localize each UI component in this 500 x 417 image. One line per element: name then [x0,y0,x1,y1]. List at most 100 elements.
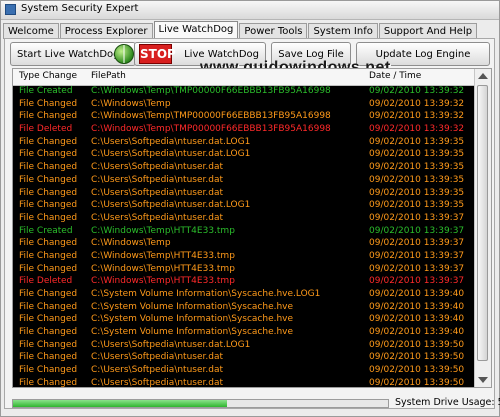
scroll-down-arrow-icon[interactable] [478,377,488,383]
path-cell: C:\Windows\Temp\HTT4E33.tmp [91,263,235,274]
tab-bar: Welcome Process Explorer Live WatchDog P… [3,21,478,39]
table-row[interactable]: File Changed C:\Users\Softpedia\ntuser.da… [13,187,475,200]
type-cell: File Changed [19,339,78,350]
path-cell: C:\Windows\Temp\TMP00000F66EBBB13FB95A16… [91,111,331,122]
date-cell: 09/02/2010 13:39:40 [369,301,465,312]
tab-process-explorer[interactable]: Process Explorer [59,23,153,39]
type-cell: File Changed [19,238,78,249]
path-cell: C:\Windows\Temp\TMP00000F66EBBB13FB95A16… [91,86,331,96]
table-row[interactable]: File Deleted C:\Windows\Temp\TMP00000F66E… [13,123,475,136]
date-cell: 09/02/2010 13:39:50 [369,339,465,350]
table-row[interactable]: File Changed C:\Windows\Temp 09/02/2010 13… [13,98,475,111]
table-row[interactable]: File Changed C:\Users\Softpedia\ntuser.da… [13,339,475,352]
path-cell: C:\Windows\Temp\TMP00000F66EBBB13FB95A16… [91,124,331,135]
date-cell: 09/02/2010 13:39:32 [369,86,465,96]
date-cell: 09/02/2010 13:39:40 [369,314,465,325]
date-cell: 09/02/2010 13:39:32 [369,98,465,109]
path-cell: C:\Windows\Temp\HTT4E33.tmp [91,225,235,236]
table-row[interactable]: File Changed C:\Users\Softpedia\ntuser.da… [13,351,475,364]
table-row[interactable]: File Changed C:\Windows\Temp\TMP00000F66E… [13,110,475,123]
table-row[interactable]: File Changed C:\Users\Softpedia\ntuser.da… [13,136,475,149]
path-cell: C:\System Volume Information\Syscache.hv… [91,289,321,299]
column-header-date[interactable]: Date / Time [369,71,421,81]
date-cell: 09/02/2010 13:39:32 [369,111,465,122]
table-row[interactable]: File Changed C:\Users\Softpedia\ntuser.da… [13,161,475,174]
table-row[interactable]: File Changed C:\Users\Softpedia\ntuser.da… [13,174,475,187]
path-cell: C:\Windows\Temp [91,238,171,249]
table-row[interactable]: File Changed C:\Users\Softpedia\ntuser.da… [13,377,475,388]
table-row[interactable]: File Changed C:\System Volume Information… [13,326,475,339]
date-cell: 09/02/2010 13:39:37 [369,250,465,261]
type-cell: File Changed [19,174,78,185]
type-cell: File Changed [19,327,78,338]
tab-welcome[interactable]: Welcome [3,23,59,39]
table-row[interactable]: File Changed C:\Windows\Temp\HTT4E33.tmp 0… [13,263,475,276]
type-cell: File Changed [19,149,78,160]
log-list-header: Type Change FilePath Date / Time [13,69,475,86]
type-cell: File Deleted [19,124,73,135]
log-list[interactable]: Type Change FilePath Date / Time File Cr… [12,68,492,388]
type-cell: File Changed [19,365,78,376]
date-cell: 09/02/2010 13:39:50 [369,365,465,376]
table-row[interactable]: File Changed C:\System Volume Information… [13,313,475,326]
table-row[interactable]: File Changed C:\Windows\Temp 09/02/2010 13… [13,237,475,250]
date-cell: 09/02/2010 13:39:35 [369,136,465,147]
path-cell: C:\Windows\Temp\HTT4E33.tmp [91,276,235,287]
window-title: System Security Expert [21,3,139,14]
drive-usage-status: System Drive Usage: 57% [395,397,500,408]
path-cell: C:\Users\Softpedia\ntuser.dat [91,162,224,173]
path-cell: C:\Users\Softpedia\ntuser.dat [91,174,224,185]
table-row[interactable]: File Changed C:\Windows\Temp\HTT4E33.tmp 0… [13,250,475,263]
tab-live-watchdog[interactable]: Live WatchDog [153,21,239,39]
table-row[interactable]: File Deleted C:\Windows\Temp\HTT4E33.tmp 0… [13,275,475,288]
path-cell: C:\System Volume Information\Syscache.hv… [91,327,294,338]
date-cell: 09/02/2010 13:39:37 [369,263,465,274]
table-row[interactable]: File Changed C:\System Volume Information… [13,288,475,301]
path-cell: C:\Users\Softpedia\ntuser.dat [91,377,224,388]
table-row[interactable]: File Created C:\Windows\Temp\TMP00000F66E… [13,85,475,98]
app-icon [5,4,16,15]
tab-power-tools[interactable]: Power Tools [239,23,308,39]
path-cell: C:\Windows\Temp\HTT4E33.tmp [91,250,235,261]
stop-watchdog-label: Live WatchDog [184,48,259,60]
type-cell: File Changed [19,136,78,147]
type-cell: File Changed [19,200,78,211]
date-cell: 09/02/2010 13:39:32 [369,124,465,135]
path-cell: C:\Users\Softpedia\ntuser.dat.LOG1 [91,136,251,147]
date-cell: 09/02/2010 13:39:40 [369,327,465,338]
date-cell: 09/02/2010 13:39:50 [369,352,465,363]
drive-usage-progress-fill [13,400,227,407]
type-cell: File Changed [19,301,78,312]
path-cell: C:\Users\Softpedia\ntuser.dat [91,365,224,376]
date-cell: 09/02/2010 13:39:35 [369,149,465,160]
date-cell: 09/02/2010 13:39:37 [369,238,465,249]
start-watchdog-button[interactable]: Start Live WatchDog [10,42,136,66]
type-cell: File Changed [19,187,78,198]
tab-support-and-help[interactable]: Support And Help [378,23,478,39]
column-header-path[interactable]: FilePath [91,71,126,81]
column-header-type[interactable]: Type Change [19,71,77,81]
type-cell: File Deleted [19,276,73,287]
type-cell: File Changed [19,314,78,325]
type-cell: File Changed [19,98,78,109]
table-row[interactable]: File Changed C:\Users\Softpedia\ntuser.da… [13,364,475,377]
tab-system-info[interactable]: System Info [308,23,378,39]
path-cell: C:\Users\Softpedia\ntuser.dat [91,187,224,198]
table-row[interactable]: File Changed C:\Users\Softpedia\ntuser.da… [13,199,475,212]
table-row[interactable]: File Changed C:\Users\Softpedia\ntuser.da… [13,148,475,161]
type-cell: File Changed [19,263,78,274]
date-cell: 09/02/2010 13:39:37 [369,276,465,287]
type-cell: File Changed [19,162,78,173]
table-row[interactable]: File Created C:\Windows\Temp\HTT4E33.tmp 0… [13,225,475,238]
table-row[interactable]: File Changed C:\Users\Softpedia\ntuser.da… [13,212,475,225]
vertical-scrollbar[interactable] [474,69,491,387]
scroll-up-arrow-icon[interactable] [478,73,488,79]
table-row[interactable]: File Changed C:\System Volume Information… [13,301,475,314]
path-cell: C:\Users\Softpedia\ntuser.dat.LOG1 [91,149,251,160]
type-cell: File Changed [19,289,78,299]
scrollbar-thumb[interactable] [477,85,488,361]
path-cell: C:\System Volume Information\Syscache.hv… [91,301,294,312]
type-cell: File Changed [19,352,78,363]
title-bar[interactable]: System Security Expert [1,1,499,20]
watchdog-panel: Start Live WatchDog STOP Live WatchDog S… [4,38,500,409]
